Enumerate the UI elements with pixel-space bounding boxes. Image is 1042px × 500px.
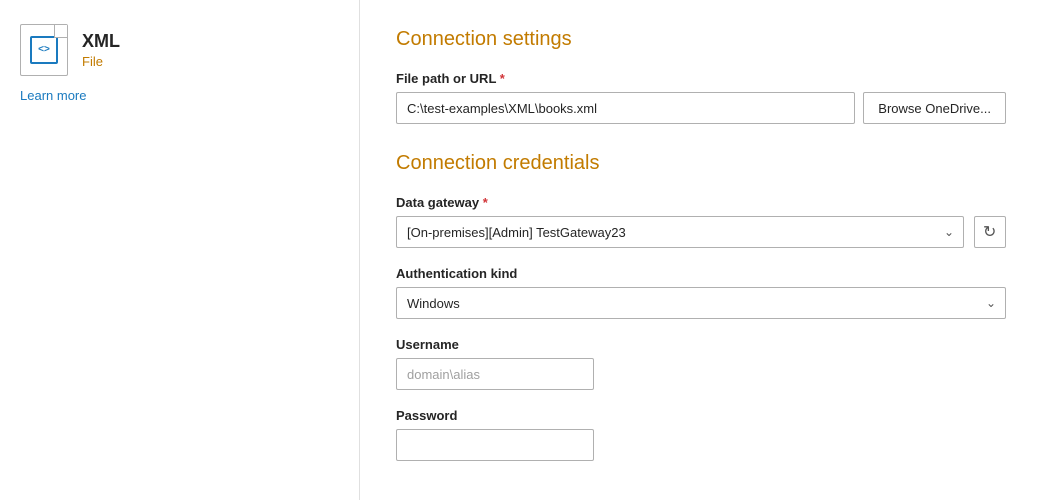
sidebar-subtitle: File	[82, 54, 120, 69]
learn-more-link[interactable]: Learn more	[20, 88, 339, 103]
sidebar-header: <> XML File	[20, 24, 339, 76]
file-path-input-row: Browse OneDrive...	[396, 92, 1006, 124]
connection-settings-title: Connection settings	[396, 28, 1006, 51]
username-input[interactable]	[396, 358, 594, 390]
sidebar-title-group: XML File	[82, 31, 120, 69]
sidebar: <> XML File Learn more	[0, 0, 360, 500]
data-gateway-select-wrapper: [On-premises][Admin] TestGateway23 ⌄	[396, 216, 964, 248]
auth-kind-label: Authentication kind	[396, 266, 1006, 281]
username-group: Username	[396, 337, 1006, 390]
refresh-button[interactable]: ↺	[974, 216, 1006, 248]
file-path-input[interactable]	[396, 92, 855, 124]
password-label: Password	[396, 408, 1006, 423]
data-gateway-required: *	[483, 195, 488, 210]
file-path-group: File path or URL * Browse OneDrive...	[396, 71, 1006, 124]
file-path-required: *	[500, 71, 505, 86]
data-gateway-label: Data gateway *	[396, 195, 1006, 210]
file-path-label: File path or URL *	[396, 71, 1006, 86]
browse-onedrive-button[interactable]: Browse OneDrive...	[863, 92, 1006, 124]
data-gateway-row: [On-premises][Admin] TestGateway23 ⌄ ↺	[396, 216, 1006, 248]
username-label: Username	[396, 337, 1006, 352]
credentials-title: Connection credentials	[396, 152, 1006, 175]
password-input[interactable]	[396, 429, 594, 461]
credentials-section: Connection credentials Data gateway * [O…	[396, 152, 1006, 461]
main-content: Connection settings File path or URL * B…	[360, 0, 1042, 500]
auth-kind-select-wrapper: Windows ⌄	[396, 287, 1006, 319]
auth-kind-group: Authentication kind Windows ⌄	[396, 266, 1006, 319]
auth-kind-select[interactable]: Windows	[396, 287, 1006, 319]
password-group: Password	[396, 408, 1006, 461]
xml-icon-inner: <>	[30, 36, 58, 64]
data-gateway-select[interactable]: [On-premises][Admin] TestGateway23	[396, 216, 964, 248]
data-gateway-group: Data gateway * [On-premises][Admin] Test…	[396, 195, 1006, 248]
refresh-icon: ↺	[983, 222, 996, 242]
xml-file-icon: <>	[20, 24, 68, 76]
sidebar-title: XML	[82, 31, 120, 52]
